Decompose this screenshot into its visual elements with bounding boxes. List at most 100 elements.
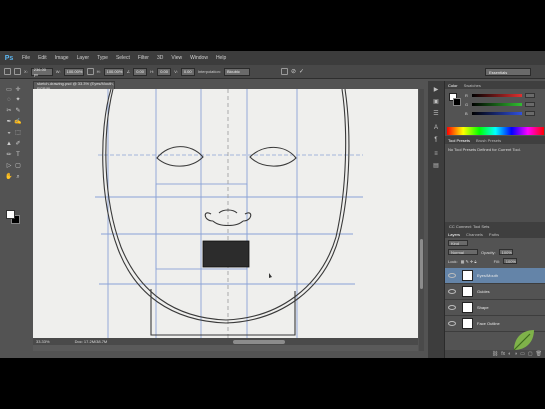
horizontal-scrollbar[interactable]	[233, 340, 285, 344]
eye-icon[interactable]	[448, 321, 456, 326]
cancel-transform-icon[interactable]: ⊘	[291, 68, 296, 75]
green-track[interactable]	[472, 103, 522, 106]
foreground-color-swatch[interactable]	[6, 210, 15, 219]
crop-tool-icon[interactable]: ✂	[5, 108, 13, 115]
menu-view[interactable]: View	[167, 55, 186, 61]
width-field[interactable]: 100.00%	[63, 67, 84, 76]
tab-layers[interactable]: Layers	[448, 232, 460, 237]
play-icon[interactable]: ▶	[432, 87, 440, 94]
workspace-select[interactable]: Essentials	[485, 68, 531, 76]
menu-filter[interactable]: Filter	[134, 55, 153, 61]
tab-tool-presets[interactable]: Tool Presets	[448, 138, 470, 143]
link-layers-icon[interactable]: ⛓	[492, 351, 498, 357]
green-slider[interactable]: G	[465, 102, 535, 107]
marquee-tool-icon[interactable]: ✛	[14, 87, 22, 94]
interpolation-select[interactable]: Bicubic	[223, 67, 250, 76]
cursor-icon	[269, 273, 272, 278]
character-icon[interactable]: A	[432, 125, 440, 132]
eye-icon[interactable]	[448, 305, 456, 310]
options-bar: X: 236.00 px W: 100.00% H: 100.00% ∠ 0.0…	[0, 65, 545, 79]
tab-swatches[interactable]: Swatches	[464, 83, 481, 88]
blur-tool-icon[interactable]: ✏	[5, 152, 13, 159]
lock-icons[interactable]: ▦ ✎ ✛ 🔒︎	[461, 259, 491, 264]
eye-icon[interactable]	[448, 273, 456, 278]
layer-name: Face Outline	[477, 321, 500, 326]
menu-image[interactable]: Image	[51, 55, 73, 61]
zoom-tool-icon[interactable]: ⌕	[14, 174, 22, 181]
red-value[interactable]	[525, 93, 535, 98]
layer-row[interactable]: Guides	[445, 284, 545, 300]
move-tool-icon[interactable]: ▭	[5, 87, 13, 94]
vertical-scrollbar[interactable]	[419, 89, 424, 351]
leaf-logo-icon	[513, 330, 534, 351]
eraser-tool-icon[interactable]: ▲	[5, 141, 13, 148]
blue-slider[interactable]: B	[465, 111, 535, 116]
canvas-area[interactable]	[33, 89, 418, 351]
x-field[interactable]: 236.00 px	[30, 67, 53, 77]
healing-brush-tool-icon[interactable]: ✒	[5, 119, 13, 126]
status-bar: 33.33% Doc: 17.2M/38.7M	[33, 338, 418, 345]
menu-select[interactable]: Select	[112, 55, 134, 61]
cc-connect-header[interactable]: CC Connect: Tool Sets	[445, 222, 545, 230]
opacity-field[interactable]: 100%	[498, 249, 513, 255]
styles-icon[interactable]: ▤	[432, 163, 440, 170]
eye-icon[interactable]	[448, 289, 456, 294]
vertical-scroll-thumb[interactable]	[420, 239, 423, 289]
link-icon[interactable]	[86, 68, 94, 75]
green-value[interactable]	[525, 102, 535, 107]
menu-edit[interactable]: Edit	[34, 55, 51, 61]
tab-brush-presets[interactable]: Brush Presets	[476, 138, 501, 143]
move-tool-preset-icon[interactable]	[4, 68, 11, 75]
vskew-field[interactable]: 0.00	[180, 67, 195, 76]
fx-icon[interactable]: fx	[501, 351, 505, 357]
warp-icon[interactable]	[280, 68, 288, 75]
history-icon[interactable]: ▣	[432, 99, 440, 106]
menu-type[interactable]: Type	[93, 55, 112, 61]
menu-help[interactable]: Help	[212, 55, 230, 61]
tab-paths[interactable]: Paths	[489, 232, 499, 237]
paragraph-icon[interactable]: ¶	[432, 137, 440, 144]
filter-kind-select[interactable]: Kind	[448, 240, 468, 246]
clone-stamp-tool-icon[interactable]: ◒	[5, 130, 13, 137]
lasso-tool-icon[interactable]: ◌	[5, 97, 13, 104]
path-selection-tool-icon[interactable]: ▷	[5, 163, 13, 170]
reference-point-icon[interactable]	[14, 68, 21, 75]
hskew-field[interactable]: 0.00	[157, 67, 172, 76]
red-slider[interactable]: R	[465, 93, 535, 98]
layer-row[interactable]: Shape	[445, 300, 545, 316]
magic-wand-tool-icon[interactable]: ✦	[14, 97, 22, 104]
color-bg-swatch[interactable]	[453, 98, 461, 106]
fill-field[interactable]: 100%	[502, 258, 517, 264]
gradient-tool-icon[interactable]: ✐	[14, 141, 22, 148]
trash-icon[interactable]: 🗑︎	[536, 351, 542, 357]
tab-color[interactable]: Color	[448, 83, 458, 88]
layer-row[interactable]: Eyes/Mouth	[445, 268, 545, 284]
properties-icon[interactable]: ☰	[432, 111, 440, 118]
shape-tool-icon[interactable]: ▢	[14, 163, 22, 170]
menu-window[interactable]: Window	[186, 55, 212, 61]
blue-guides	[95, 89, 363, 338]
doc-info: Doc: 17.2M/38.7M	[74, 339, 108, 344]
blue-track[interactable]	[472, 112, 522, 115]
zoom-readout[interactable]: 33.33%	[36, 339, 50, 344]
color-spectrum[interactable]	[447, 127, 544, 135]
angle-field[interactable]: 0.00	[133, 67, 148, 76]
blue-value[interactable]	[525, 111, 535, 116]
height-field[interactable]: 100.00%	[103, 67, 124, 76]
eyedropper-tool-icon[interactable]: ✎	[14, 108, 22, 115]
type-tool-icon[interactable]: T	[14, 152, 22, 159]
menu-3d[interactable]: 3D	[153, 55, 167, 61]
red-track[interactable]	[472, 94, 522, 97]
brush-tool-icon[interactable]: ✍	[14, 119, 22, 126]
mouth-selection	[202, 240, 250, 268]
hand-tool-icon[interactable]: ✋	[5, 174, 13, 181]
commit-transform-icon[interactable]: ✓	[299, 68, 304, 75]
menu-layer[interactable]: Layer	[73, 55, 94, 61]
tab-channels[interactable]: Channels	[466, 232, 483, 237]
adjustments-icon[interactable]: ≡	[432, 151, 440, 158]
tool-presets-empty-text: No Tool Presets Defined for Current Tool…	[448, 147, 521, 152]
blend-mode-select[interactable]: Normal	[448, 249, 478, 255]
history-brush-tool-icon[interactable]: ⬚	[14, 130, 22, 137]
menu-file[interactable]: File	[18, 55, 34, 61]
document-tab[interactable]: sketch-drawing.psd @ 33.3% (Eyes/Mouth, …	[33, 81, 115, 91]
